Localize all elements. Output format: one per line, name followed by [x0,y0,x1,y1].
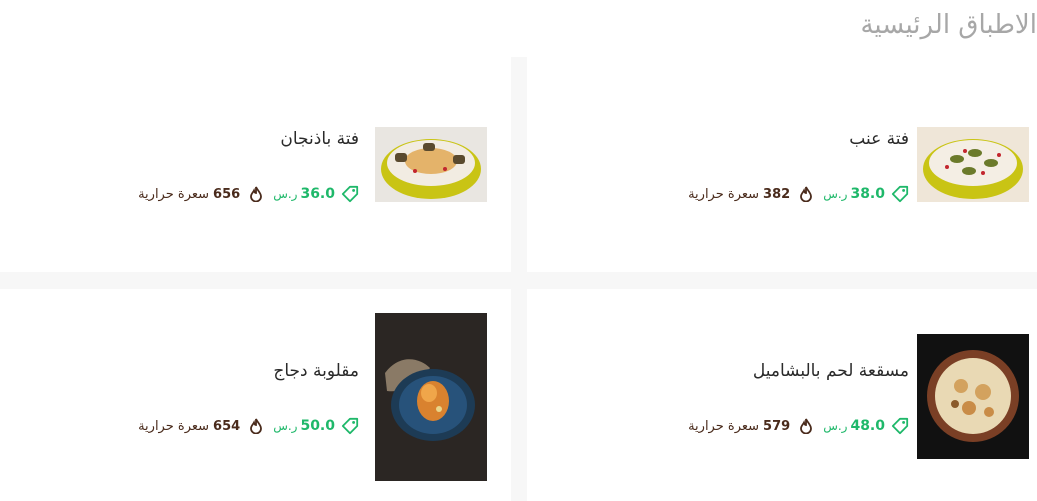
price-currency: ر.س [273,419,298,433]
price-currency: ر.س [273,187,298,201]
price-currency: ر.س [823,419,848,433]
dish-name[interactable]: فتة باذنجان [280,129,359,149]
price-tag-icon [341,185,359,203]
dish-card[interactable]: مقلوبة دجاج 50.0 ر.س 654 سعرة حرارية [0,289,511,501]
price-currency: ر.س [823,187,848,201]
dish-price: 50.0 [300,418,335,434]
flame-icon [249,186,263,202]
dish-image[interactable] [917,127,1029,202]
dish-image[interactable] [375,313,487,481]
dish-name[interactable]: مسقعة لحم بالبشاميل [753,361,909,381]
dish-meta: 38.0 ر.س 382 سعرة حرارية [688,185,909,203]
flame-icon [799,186,813,202]
flame-icon [799,418,813,434]
calories-unit: سعرة حرارية [688,186,760,202]
dish-calories: 579 [763,418,791,434]
calories-unit: سعرة حرارية [138,186,210,202]
dish-calories: 654 [213,418,241,434]
dish-meta: 36.0 ر.س 656 سعرة حرارية [138,185,359,203]
price-tag-icon [341,417,359,435]
dish-price: 36.0 [300,186,335,202]
dish-image[interactable] [375,127,487,202]
section-header: الاطباق الرئيسية [0,0,1037,57]
dish-name[interactable]: فتة عنب [849,129,909,149]
dish-card[interactable]: مسقعة لحم بالبشاميل 48.0 ر.س 579 سعرة حر… [527,289,1037,501]
section-title: الاطباق الرئيسية [860,10,1037,40]
dish-image[interactable] [917,334,1029,459]
dish-meta: 48.0 ر.س 579 سعرة حرارية [688,417,909,435]
dish-name[interactable]: مقلوبة دجاج [273,361,359,381]
dish-calories: 382 [763,186,791,202]
price-tag-icon [891,417,909,435]
dish-card[interactable]: فتة عنب 38.0 ر.س 382 سعرة حرارية [527,57,1037,272]
price-tag-icon [891,185,909,203]
dish-meta: 50.0 ر.س 654 سعرة حرارية [138,417,359,435]
dish-calories: 656 [213,186,241,202]
dish-card[interactable]: فتة باذنجان 36.0 ر.س 656 سعرة حرارية [0,57,511,272]
dish-price: 48.0 [850,418,885,434]
calories-unit: سعرة حرارية [688,418,760,434]
dish-price: 38.0 [850,186,885,202]
flame-icon [249,418,263,434]
calories-unit: سعرة حرارية [138,418,210,434]
